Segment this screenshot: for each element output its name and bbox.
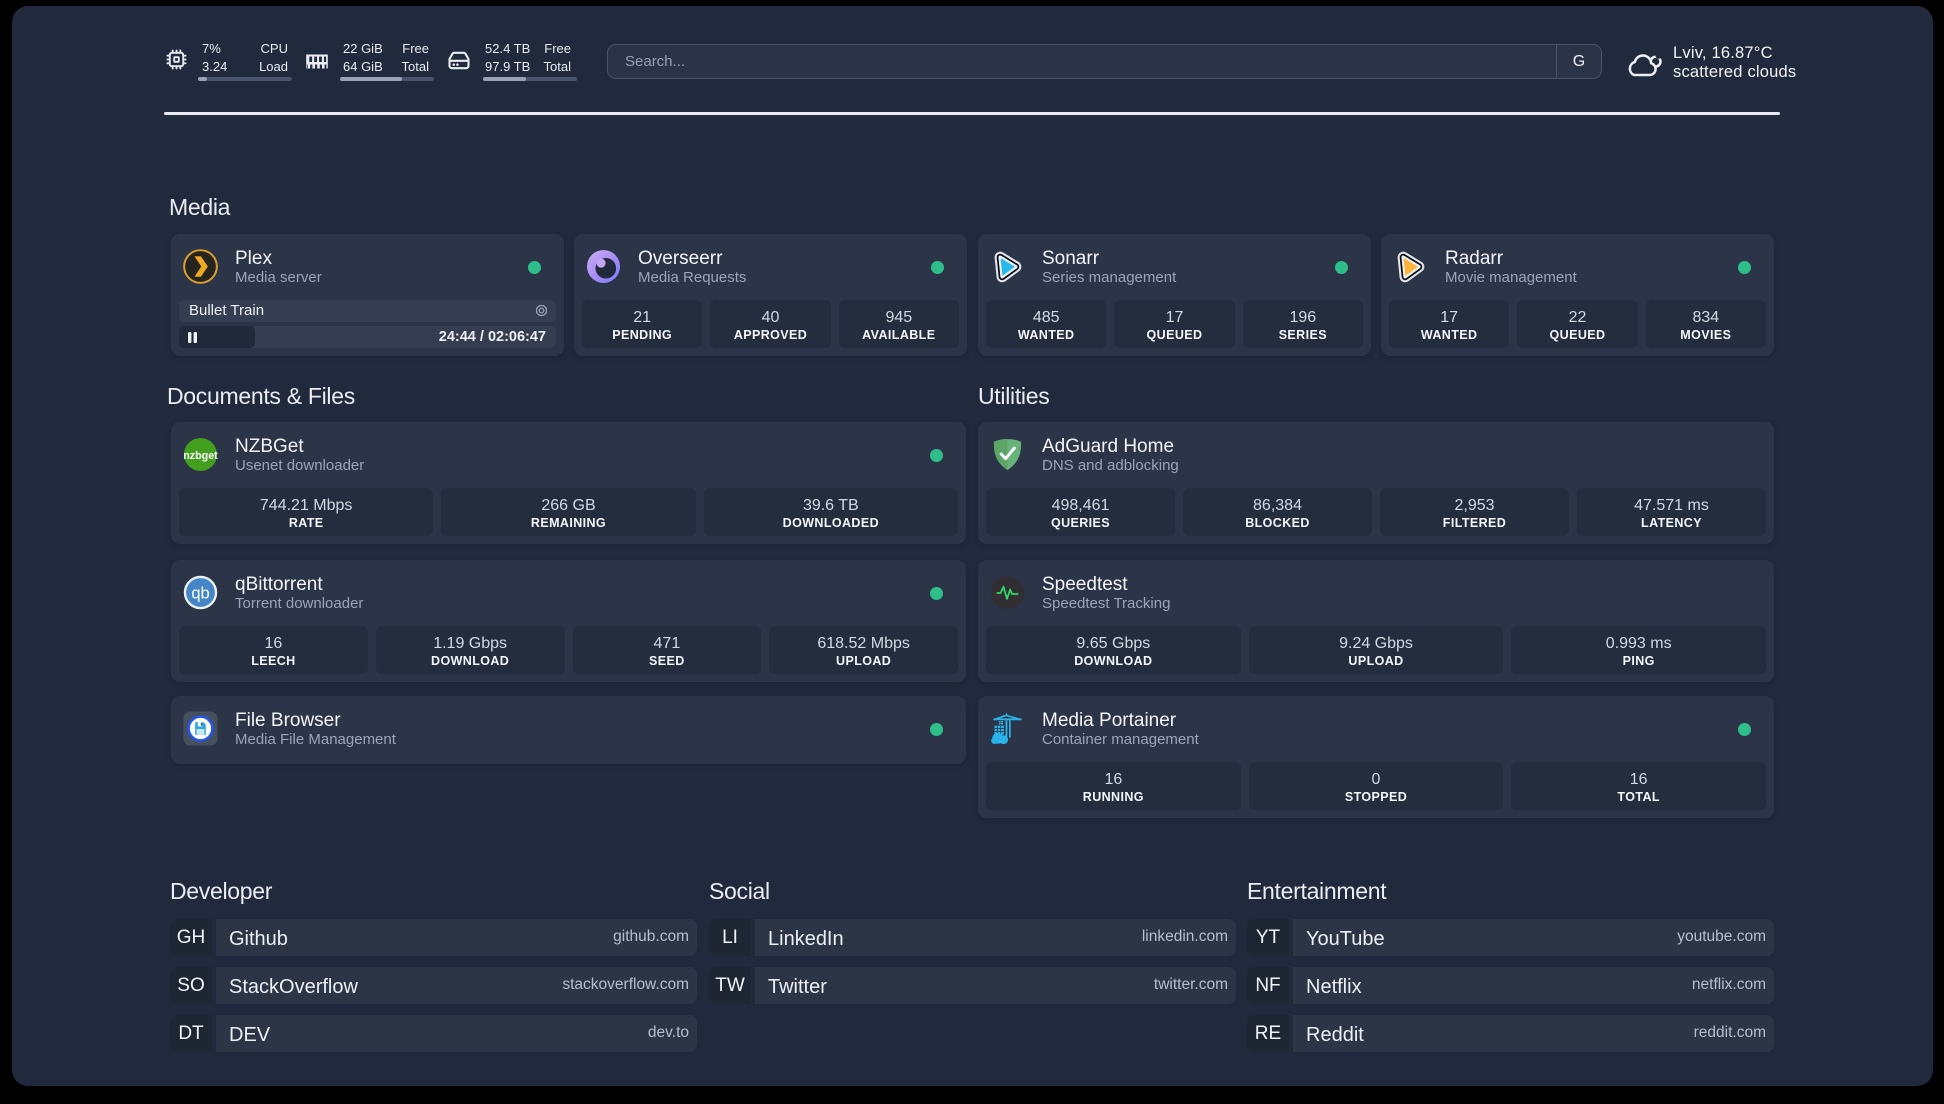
svg-text:nzbget: nzbget xyxy=(183,450,218,462)
svg-text:qb: qb xyxy=(191,583,209,602)
